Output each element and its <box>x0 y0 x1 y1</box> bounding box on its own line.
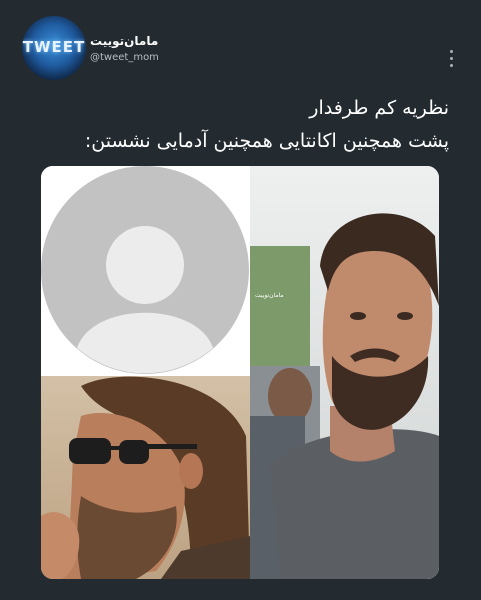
author-display-name[interactable]: مامان‌توییت <box>90 34 158 48</box>
tweet-header: TWEET مامان‌توییت @tweet_mom <box>0 0 481 90</box>
avatar[interactable]: TWEET <box>22 16 86 80</box>
photo-man-sunglasses <box>41 376 250 579</box>
photo-man-beard <box>250 166 439 579</box>
more-vertical-icon[interactable] <box>446 50 456 72</box>
avatar-logo-text: TWEET <box>22 38 86 56</box>
tweet-media[interactable]: مامان‌توییت <box>41 166 439 579</box>
tweet-text: نظریه کم طرفدار پشت همچنین اکانتایی همچن… <box>29 92 449 158</box>
default-avatar-icon <box>41 166 250 376</box>
tweet-line-1: نظریه کم طرفدار <box>309 97 449 119</box>
media-watermark: مامان‌توییت <box>255 292 284 299</box>
author-handle[interactable]: @tweet_mom <box>90 52 159 63</box>
tweet-line-2: پشت همچنین اکانتایی همچنین آدمایی نشستن: <box>84 130 449 152</box>
default-profile-picture <box>41 166 250 376</box>
